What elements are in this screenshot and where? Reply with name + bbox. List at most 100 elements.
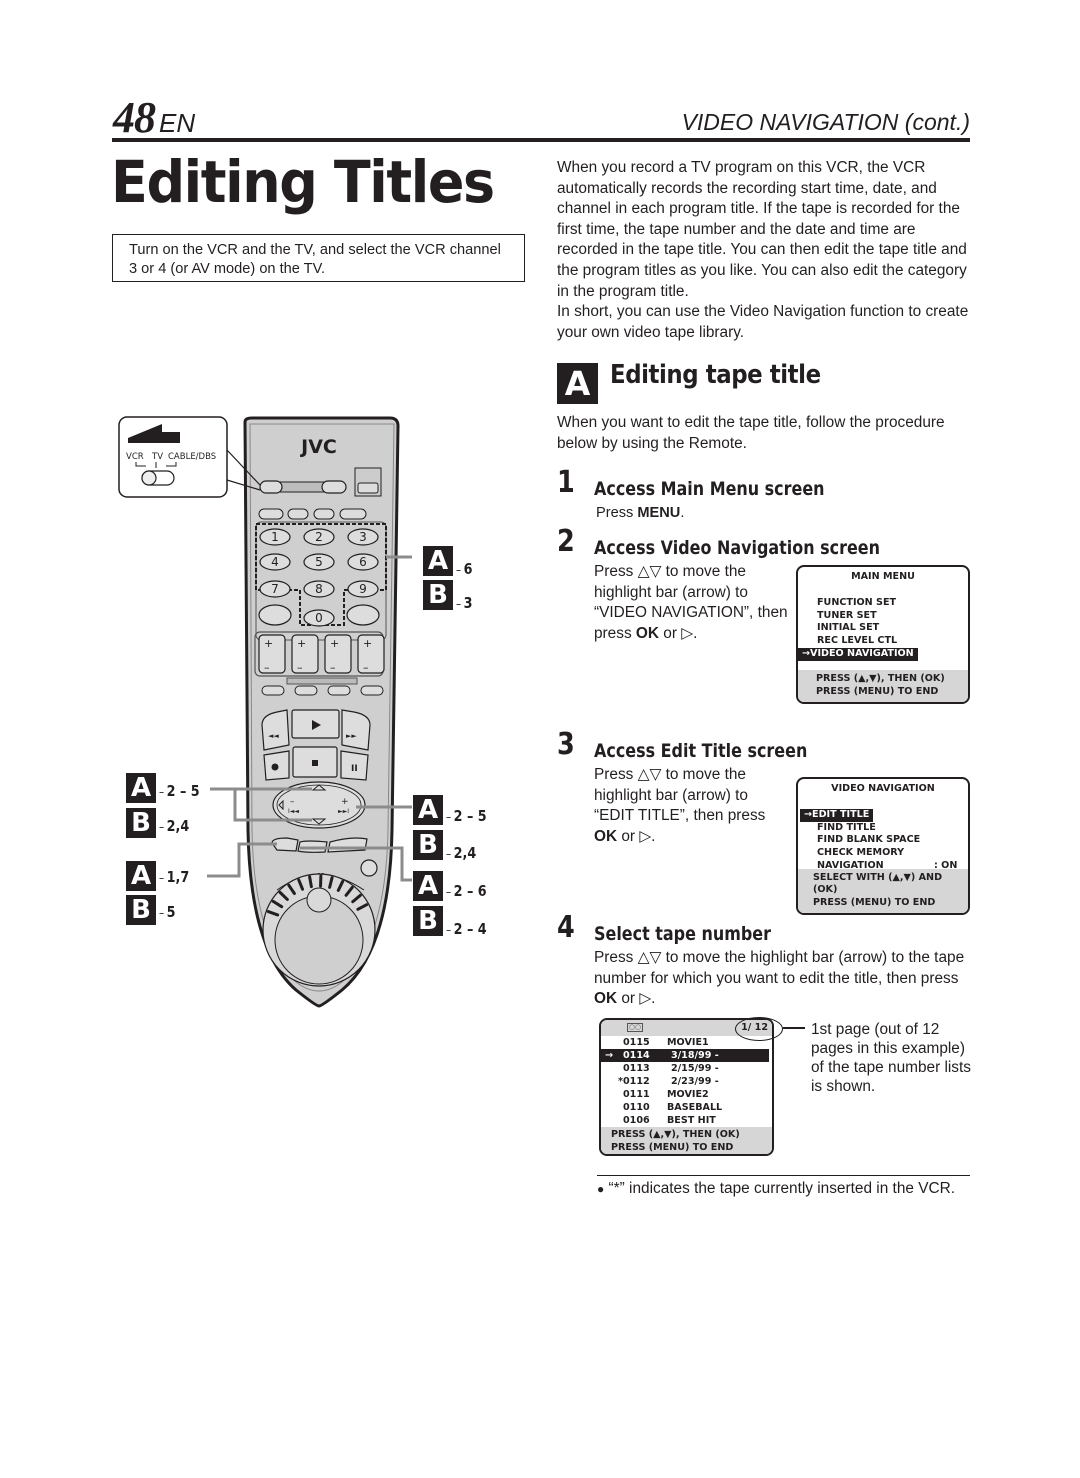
number-key-label: 2 [315, 530, 323, 544]
tape-number: 0111 [623, 1089, 650, 1100]
svg-text:–: – [330, 661, 336, 674]
main-menu-footer: PRESS (▲,▼), THEN (OK) PRESS (MENU) TO E… [798, 670, 968, 702]
number-key-label: 6 [359, 555, 367, 569]
main-menu-item: INITIAL SET [817, 622, 880, 634]
remote-control-illustration: JVC 1 2 34 5 67 8 90 + + + + – – – – ◄◄ … [118, 416, 412, 1008]
note-rule [597, 1175, 970, 1176]
fast-forward-button[interactable] [341, 709, 371, 751]
svg-text:–: – [363, 661, 369, 674]
main-menu-footer-line: PRESS (MENU) TO END [816, 686, 939, 698]
main-menu-screen: MAIN MENU FUNCTION SET TUNER SET INITIAL… [796, 565, 970, 704]
tape-number: 0112 [623, 1076, 650, 1087]
number-key-label: 1 [271, 530, 279, 544]
callout-ref-value: 2 – 5 [453, 807, 487, 825]
main-menu-footer-line: PRESS (▲,▼), THEN (OK) [816, 673, 945, 685]
svg-text:+: + [363, 637, 372, 650]
intro-paragraph: When you record a TV program on this VCR… [557, 158, 971, 343]
callout-badge-b: B [423, 580, 453, 610]
number-key-label: 0 [315, 611, 323, 625]
tape-number: 0106 [623, 1115, 650, 1126]
rewind-button[interactable] [261, 709, 290, 751]
video-nav-item: CHECK MEMORY [817, 847, 905, 859]
tape-list-footer-line: PRESS (MENU) TO END [611, 1142, 734, 1153]
tape-list-rows: 0115 MOVIE1 → 0114 3/18/99 -0113 2/15/99 - * 01… [601, 1036, 772, 1127]
step-3-number: 3 [557, 727, 575, 762]
cassette-icon: ○○ [627, 1023, 643, 1032]
step-1-number: 1 [557, 465, 575, 500]
page-title: Editing Titles [111, 148, 495, 216]
tape-row[interactable]: * 0112 2/23/99 - [601, 1075, 772, 1088]
svg-text:►►I: ►►I [338, 808, 349, 815]
step-4-text-key: OK [594, 990, 618, 1008]
svg-text:–: – [297, 661, 303, 674]
switch-label-tv: TV [151, 452, 163, 462]
tape-title: 2/23/99 - [671, 1076, 719, 1087]
step-2-title: Access Video Navigation screen [594, 537, 880, 559]
video-nav-item: FIND BLANK SPACE [817, 834, 921, 846]
video-nav-title: VIDEO NAVIGATION [831, 783, 935, 794]
callout-ref-value: 2 – 5 [166, 782, 200, 800]
callout-badge-a: A [126, 773, 156, 803]
tape-row[interactable]: 0111 MOVIE2 [601, 1088, 772, 1101]
bullet-icon: ● [597, 1182, 605, 1196]
tape-row[interactable]: 0113 2/15/99 - [601, 1062, 772, 1075]
tape-title: BASEBALL [667, 1102, 723, 1113]
callout-ref: –2,4 [446, 844, 477, 862]
tape-row-marker: → [605, 1050, 614, 1061]
page-number-value: 48 [113, 93, 156, 142]
callout-badge-b: B [126, 895, 156, 925]
step-2-number: 2 [557, 524, 575, 559]
callout-badge-a: A [413, 795, 443, 825]
tape-row[interactable]: 0106 BEST HIT [601, 1114, 772, 1127]
video-nav-footer-line: SELECT WITH (▲,▼) AND (OK) [813, 871, 943, 896]
callout-ref: –6 [456, 560, 473, 578]
svg-text:II: II [351, 764, 358, 774]
page-indicator-circle [735, 1017, 783, 1041]
svg-text:–: – [290, 797, 295, 807]
video-nav-footer: SELECT WITH (▲,▼) AND (OK) PRESS (MENU) … [798, 868, 968, 913]
main-menu-item: TUNER SET [817, 609, 877, 621]
tape-title: 3/18/99 - [671, 1050, 719, 1061]
svg-text:+: + [264, 637, 273, 650]
intro-paragraph-1: When you record a TV program on this VCR… [557, 159, 967, 300]
step-4-title: Select tape number [594, 923, 771, 945]
main-menu-item: FUNCTION SET [817, 596, 897, 608]
main-menu-item: REC LEVEL CTL [817, 635, 898, 647]
section-title: VIDEO NAVIGATION (cont.) [681, 109, 970, 135]
intro-paragraph-2: In short, you can use the Video Navigati… [557, 303, 969, 341]
step-4-text: Press △▽ to move the highlight bar (arro… [594, 948, 974, 1010]
svg-text:I◄◄: I◄◄ [288, 808, 299, 815]
callout-ref: –1,7 [159, 868, 190, 886]
section-a-badge: A [557, 363, 598, 404]
callout-ref: –3 [456, 594, 473, 612]
svg-text:◄◄: ◄◄ [268, 732, 279, 740]
tape-title: BEST HIT [667, 1115, 716, 1126]
page-language: EN [159, 108, 196, 138]
step-1-text: Press MENU. [596, 503, 684, 524]
step-2-text-key: OK [635, 624, 660, 642]
keypad-side-button[interactable] [258, 604, 292, 626]
step-1-text-key: MENU [637, 505, 681, 521]
step-3-title: Access Edit Title screen [594, 740, 808, 762]
tape-number: 0110 [623, 1102, 650, 1113]
switch-label-cable: CABLE/DBS [168, 452, 216, 462]
main-menu-highlighted-item: →VIDEO NAVIGATION [798, 647, 918, 661]
number-key-label: 7 [271, 582, 279, 596]
video-navigation-screen: VIDEO NAVIGATION →EDIT TITLE FIND TITLE … [796, 777, 970, 915]
step-3-text-suffix: or ▷. [617, 827, 656, 845]
section-intro: When you want to edit the tape title, fo… [557, 414, 945, 452]
tape-list-callout: 1st page (out of 12 pages in this exampl… [811, 1021, 971, 1095]
number-key-label: 4 [271, 555, 279, 569]
step-3-text-key: OK [594, 827, 618, 845]
callout-badge-a: A [126, 861, 156, 891]
mode-switch[interactable] [259, 480, 283, 494]
keypad-side-button[interactable] [346, 604, 380, 626]
number-key-label: 3 [359, 530, 367, 544]
intro-box: Turn on the VCR and the TV, and select t… [112, 234, 525, 282]
svg-text:►►: ►► [346, 732, 357, 740]
tape-row[interactable]: 0110 BASEBALL [601, 1101, 772, 1114]
tape-row-highlighted[interactable]: → 0114 3/18/99 - [601, 1049, 769, 1062]
video-nav-item: FIND TITLE [817, 821, 876, 833]
tape-number: 0115 [623, 1037, 650, 1048]
tape-title: MOVIE1 [667, 1037, 709, 1048]
